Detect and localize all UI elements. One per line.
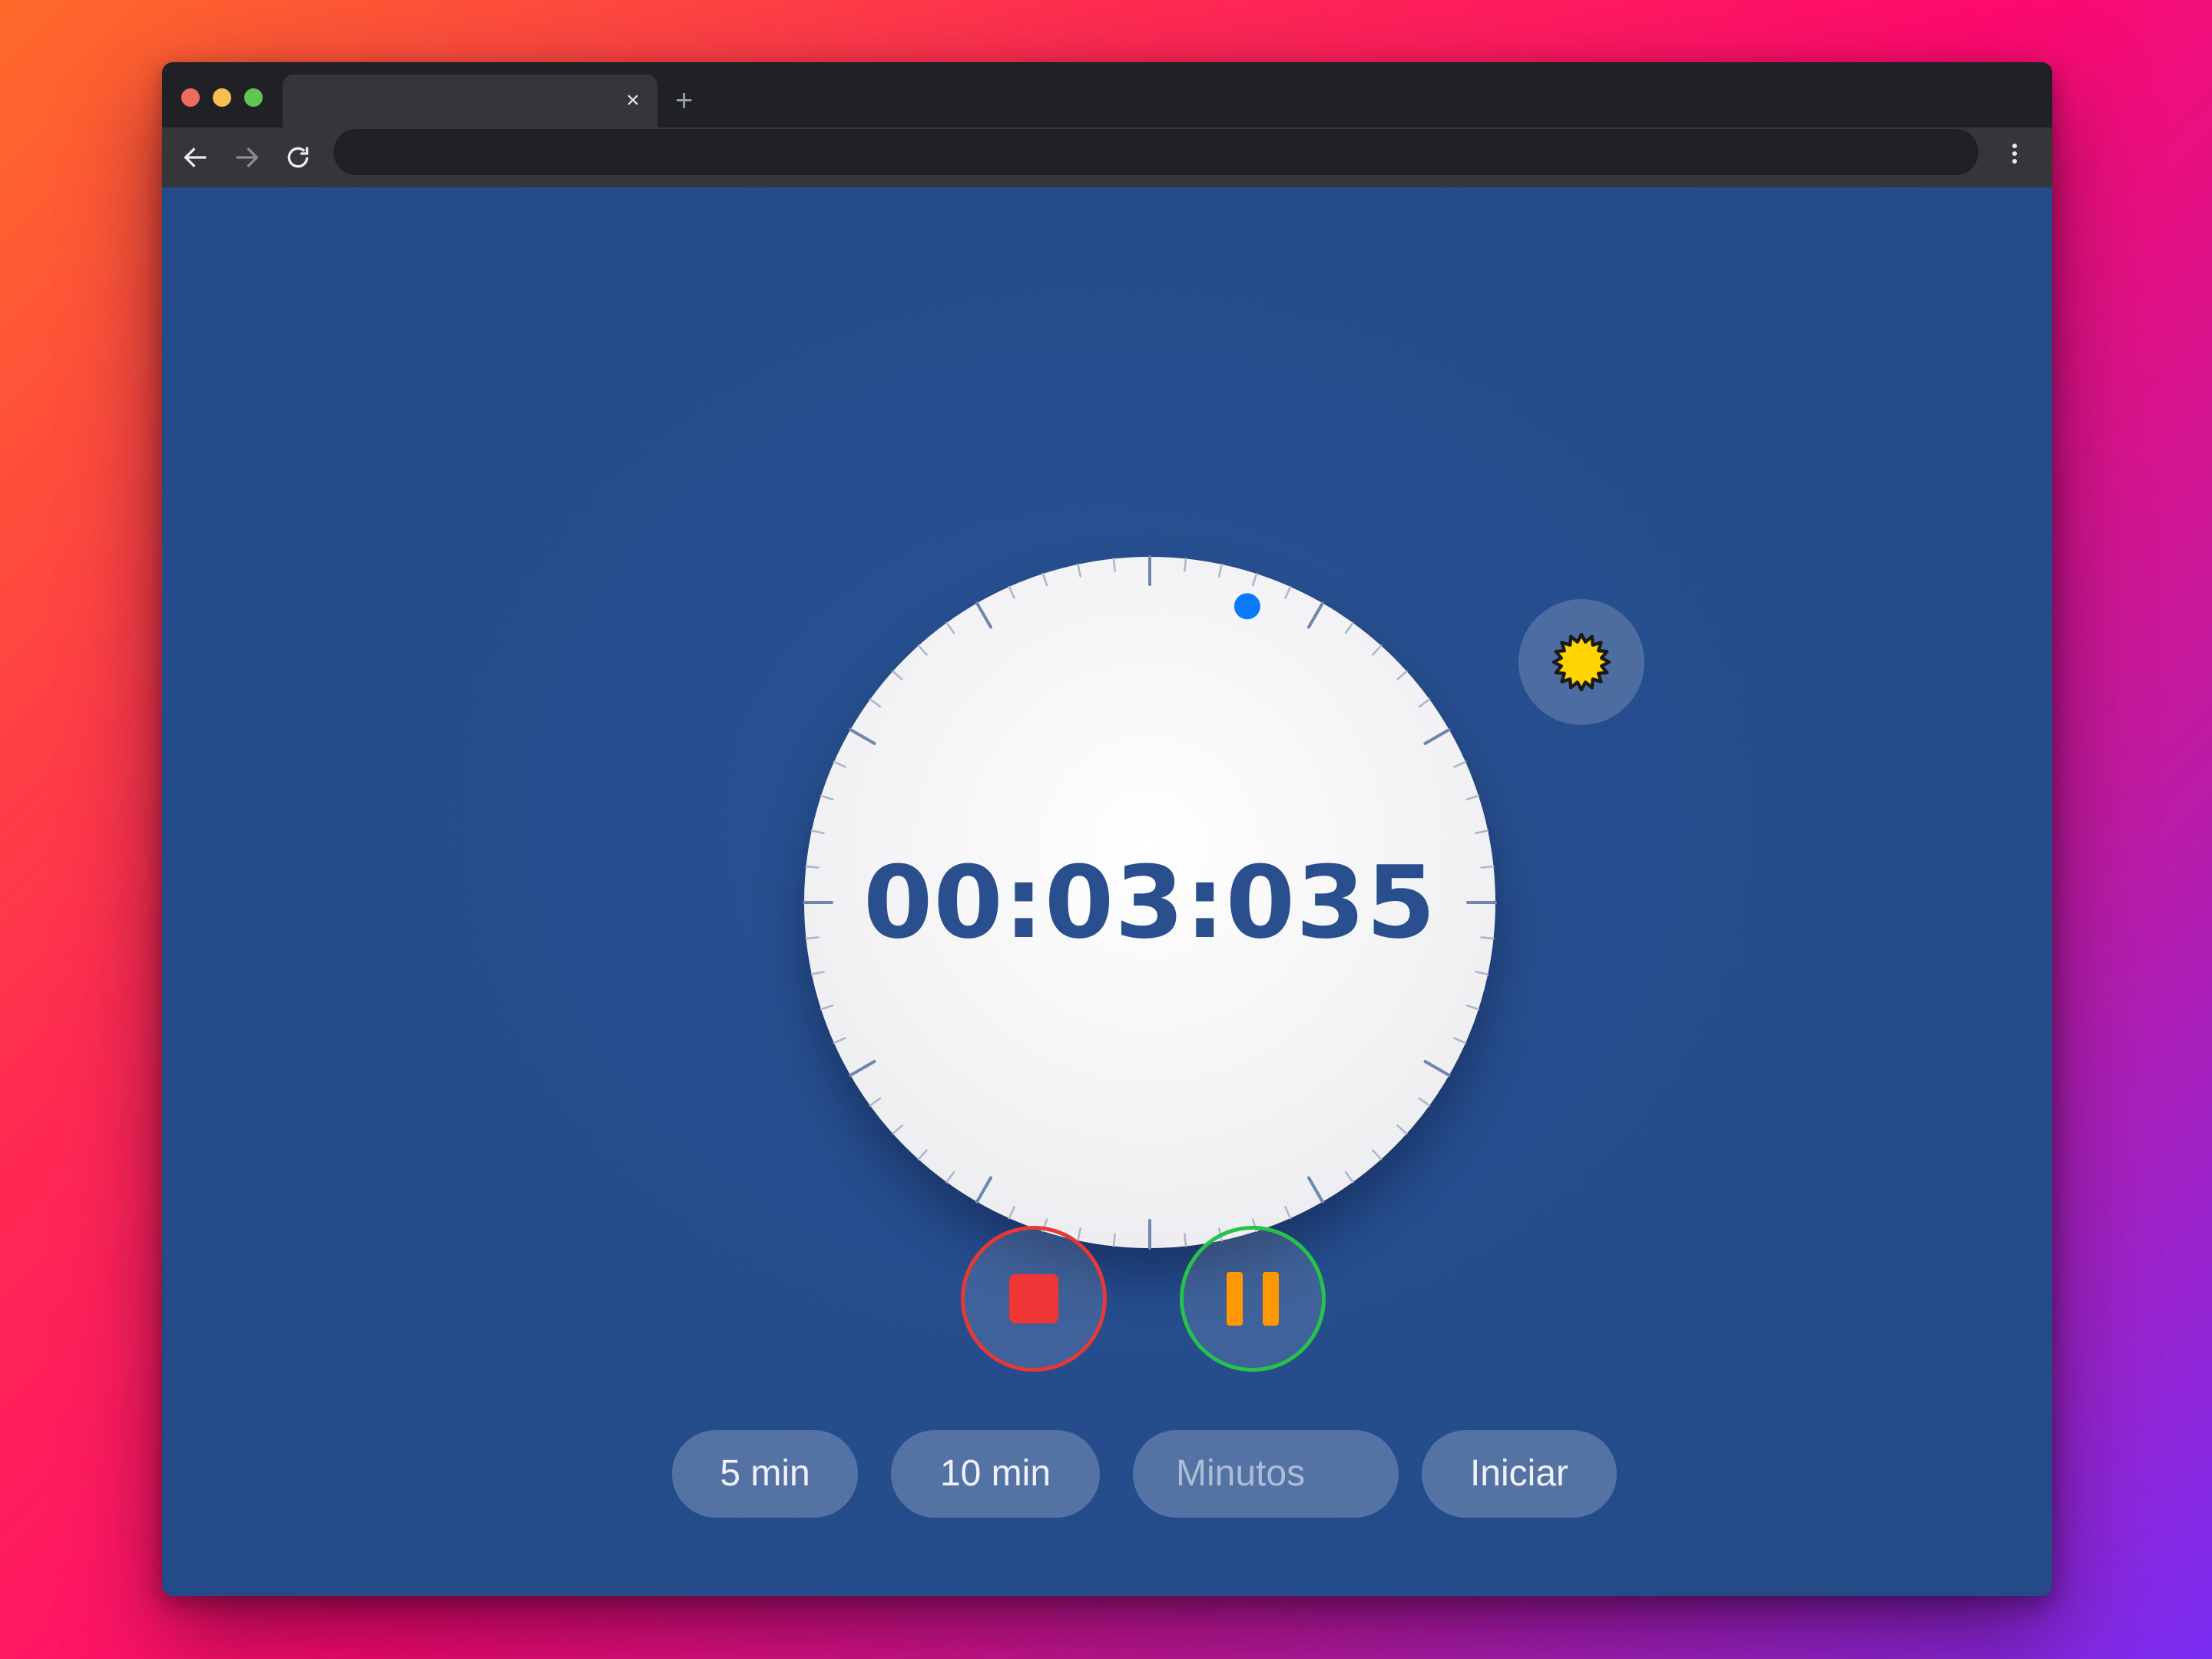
start-button[interactable]: Iniciar [1422, 1430, 1617, 1518]
stopwatch-dial: 00:03:035 [789, 541, 1511, 1263]
browser-window: × + 00:03:035 5 min 10 min Minutos Inici… [162, 62, 2052, 1596]
new-tab-button[interactable]: + [675, 85, 693, 116]
minimize-window-button[interactable] [213, 88, 231, 107]
pause-icon [1227, 1272, 1243, 1326]
pause-button[interactable] [1180, 1226, 1326, 1372]
elapsed-time-display: 00:03:035 [863, 844, 1437, 961]
sun-icon [1551, 632, 1611, 692]
browser-tab[interactable]: × [283, 75, 657, 127]
stop-icon [1009, 1274, 1058, 1323]
pause-icon-bar [1263, 1272, 1279, 1326]
back-arrow-icon[interactable] [180, 142, 211, 173]
stop-button[interactable] [961, 1226, 1107, 1372]
close-window-button[interactable] [181, 88, 200, 107]
reload-icon[interactable] [283, 142, 313, 173]
kebab-menu-icon[interactable] [2003, 142, 2026, 165]
maximize-window-button[interactable] [244, 88, 263, 107]
address-bar[interactable] [333, 129, 1979, 175]
minutes-input[interactable] [1133, 1430, 1399, 1518]
tab-close-icon[interactable]: × [622, 89, 644, 112]
theme-toggle-button[interactable] [1518, 599, 1644, 725]
page-content: 00:03:035 5 min 10 min Iniciar [162, 187, 2052, 1596]
preset-5-min-button[interactable]: 5 min [672, 1430, 858, 1518]
preset-10-min-button[interactable]: 10 min [891, 1430, 1100, 1518]
forward-arrow-icon[interactable] [231, 142, 262, 173]
tab-bar: × + [162, 62, 2052, 127]
